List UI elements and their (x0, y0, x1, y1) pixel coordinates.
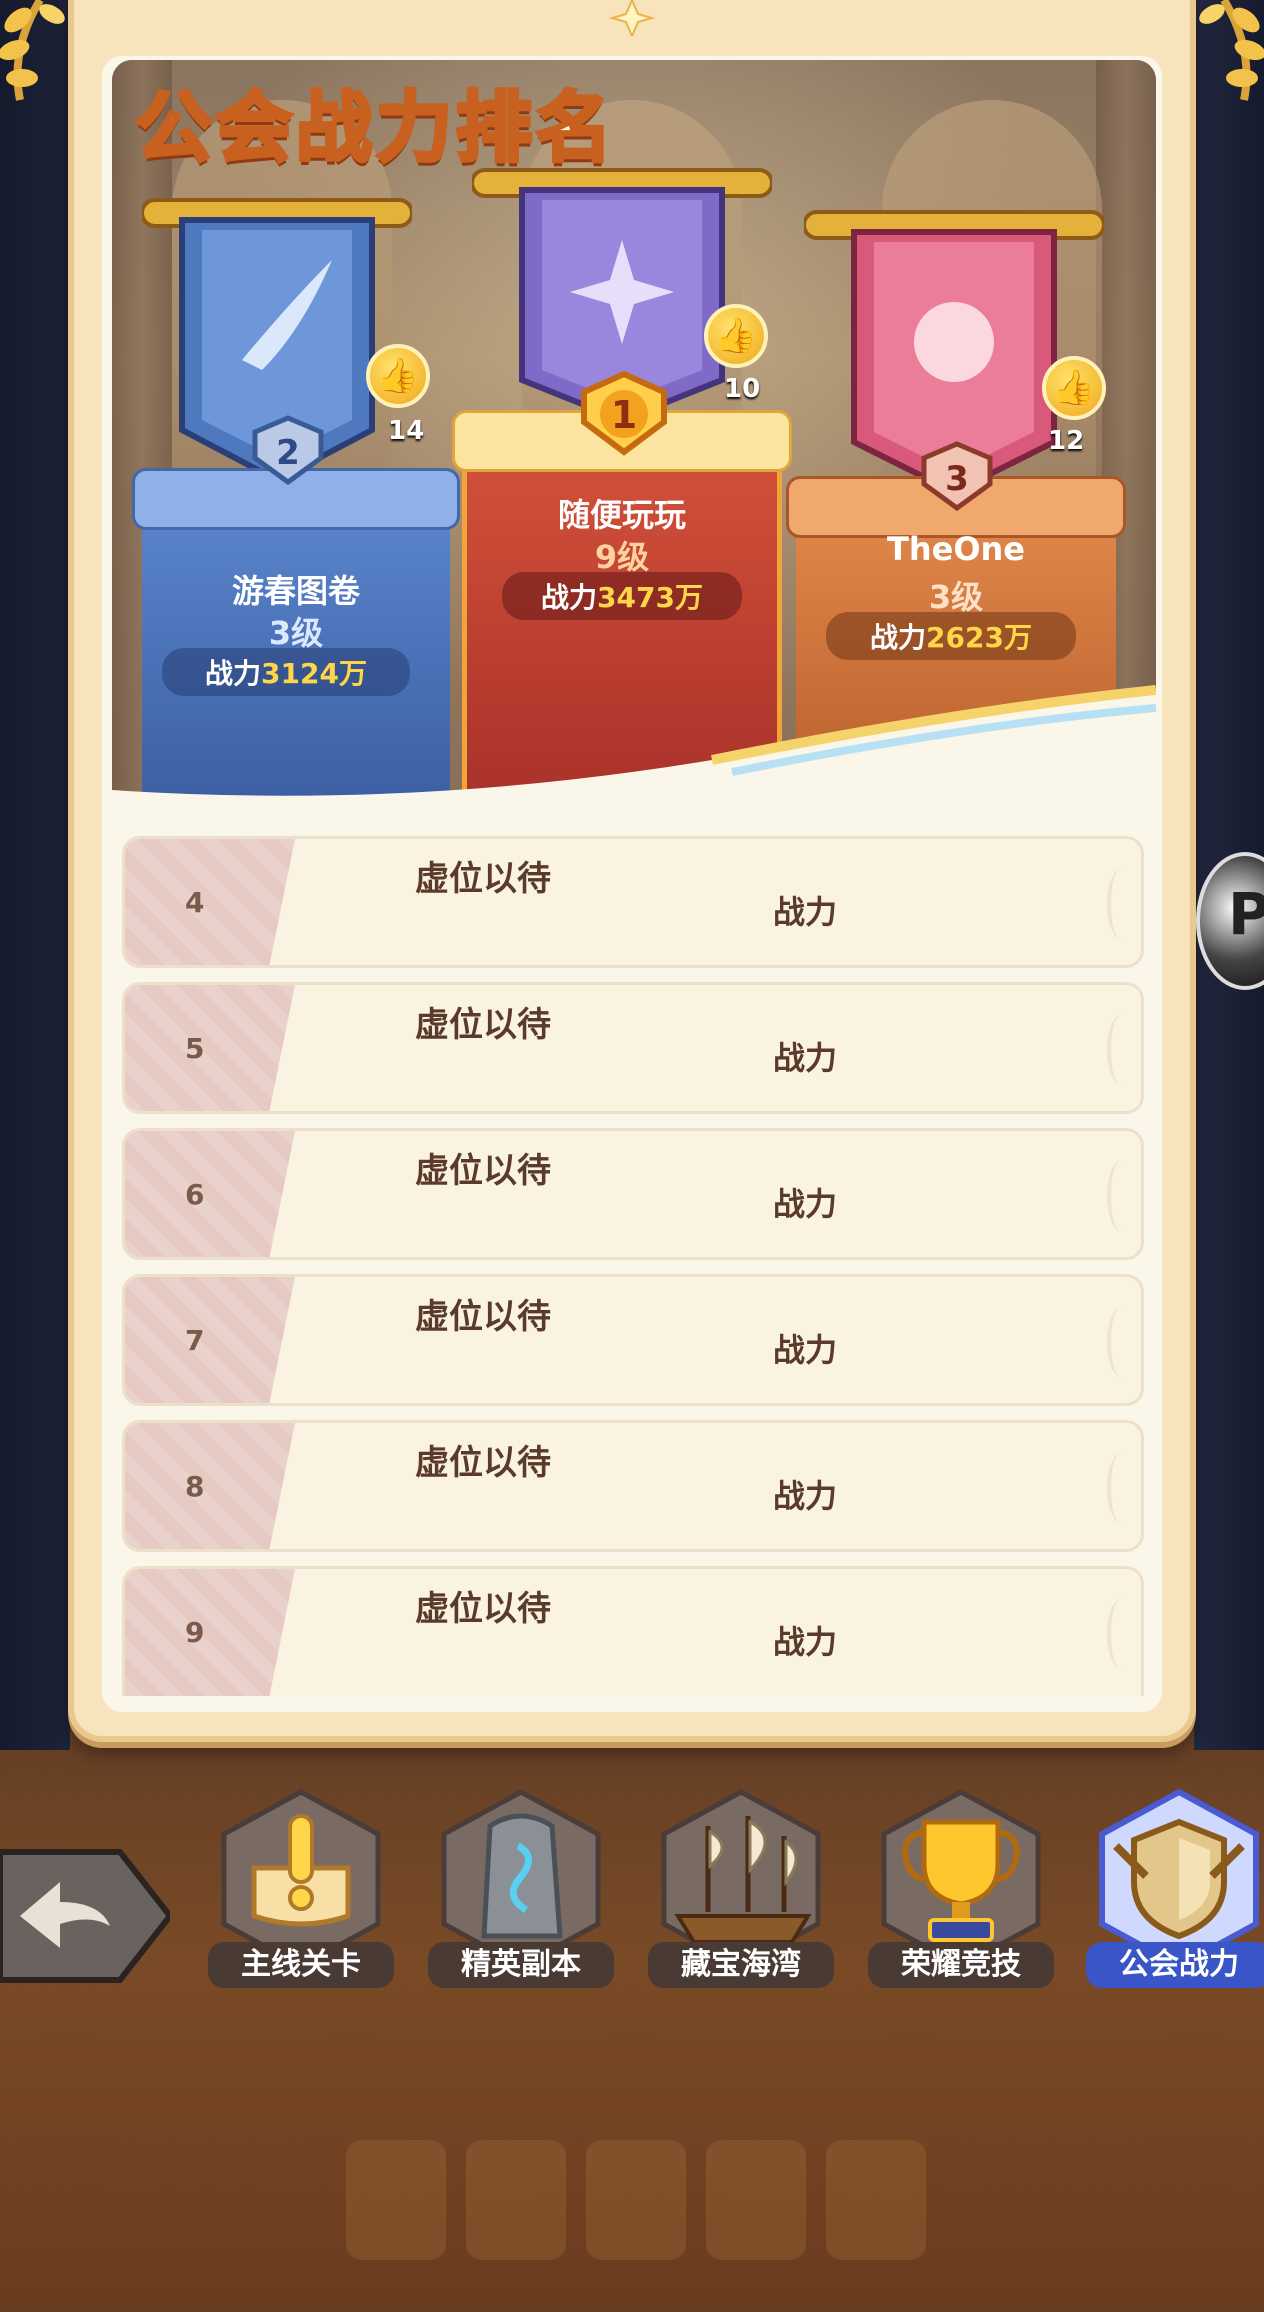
nav-treasure-bay[interactable]: 藏宝海湾 (648, 1786, 834, 1992)
svg-text:1: 1 (611, 393, 637, 437)
rank-tab (125, 1423, 295, 1549)
rank2-badge-icon: 2 (252, 415, 324, 486)
like-button-rank1[interactable]: 👍 (704, 304, 768, 368)
back-button[interactable] (0, 1848, 170, 1984)
nav-label: 主线关卡 (208, 1942, 394, 1988)
rank3-like-count: 12 (1048, 426, 1085, 456)
rank-tab (125, 839, 295, 965)
rainbow-ribbon-decoration (112, 685, 1156, 802)
rank1-badge-icon: 1 (581, 370, 667, 456)
guild-name: 虚位以待 (415, 1297, 551, 1337)
row-ornament (1107, 1453, 1135, 1523)
rank1-name: 随便玩玩 (557, 496, 686, 534)
rank-row-7[interactable]: 7 虚位以待 战力 (122, 1274, 1144, 1406)
power-label: 战力 (773, 1039, 838, 1077)
tray-slot (466, 2140, 566, 2260)
rank3-badge-icon: 3 (921, 441, 993, 512)
rank2-name: 游春图卷 (231, 572, 360, 610)
power-label: 战力 (773, 1331, 838, 1369)
nav-label: 公会战力 (1086, 1942, 1264, 1988)
rank3-power: 战力2623万 (826, 612, 1076, 660)
thumbs-up-icon: 👍 (714, 316, 758, 356)
tray-slot (586, 2140, 686, 2260)
rank3-power-value: 2623万 (926, 621, 1032, 654)
rank1-power-value: 3473万 (597, 581, 703, 614)
guild-name: 虚位以待 (415, 1151, 551, 1191)
rank-number: 5 (185, 1031, 205, 1065)
svg-text:3: 3 (945, 459, 969, 499)
rank1-power: 战力3473万 (502, 572, 742, 620)
rank2-like-count: 14 (388, 416, 425, 446)
guild-name: 虚位以待 (415, 1005, 551, 1045)
rank-row-8[interactable]: 8 虚位以待 战力 (122, 1420, 1144, 1552)
nav-label: 精英副本 (428, 1942, 614, 1988)
rank-number: 4 (185, 885, 205, 919)
guild-name: 虚位以待 (415, 859, 551, 899)
rank3-name: TheOne (887, 530, 1025, 568)
tray-slot (346, 2140, 446, 2260)
thumbs-up-icon: 👍 (1052, 368, 1096, 408)
power-label: 战力 (773, 1185, 838, 1223)
sparkle-gem-icon (608, 0, 656, 36)
guild-name: 虚位以待 (415, 1443, 551, 1483)
rank1-power-label: 战力 (541, 581, 598, 614)
row-ornament (1107, 1015, 1135, 1085)
row-ornament (1107, 1599, 1135, 1669)
podium-scene: 游春图卷 3级 战力3124万 随便玩玩 9级 战力3473万 TheOne 3… (112, 60, 1156, 802)
rank-tab (125, 1131, 295, 1257)
nav-elite-dungeon[interactable]: 精英副本 (428, 1786, 614, 1992)
laurel-left-icon (0, 0, 65, 101)
nav-guild-power[interactable]: 公会战力 (1086, 1786, 1264, 1992)
power-label: 战力 (773, 1623, 838, 1661)
background-left (0, 0, 70, 1750)
nav-glory-arena[interactable]: 荣耀竞技 (868, 1786, 1054, 1992)
like-button-rank2[interactable]: 👍 (366, 344, 430, 408)
rank-row-4[interactable]: 4 虚位以待 战力 (122, 836, 1144, 968)
row-ornament (1107, 1307, 1135, 1377)
rank-row-6[interactable]: 6 虚位以待 战力 (122, 1128, 1144, 1260)
tray-slot (706, 2140, 806, 2260)
power-label: 战力 (773, 1477, 838, 1515)
nav-label: 荣耀竞技 (868, 1942, 1054, 1988)
assistant-p-icon: P (1228, 880, 1264, 948)
page-title: 公会战力排名 (134, 81, 616, 174)
power-label: 战力 (773, 893, 838, 931)
rank3-power-label: 战力 (870, 621, 927, 654)
like-button-rank3[interactable]: 👍 (1042, 356, 1106, 420)
rank-number: 6 (185, 1177, 205, 1211)
nav-label: 藏宝海湾 (648, 1942, 834, 1988)
row-ornament (1107, 869, 1135, 939)
rank-number: 8 (185, 1469, 205, 1503)
rank-row-5[interactable]: 5 虚位以待 战力 (122, 982, 1144, 1114)
rank1-like-count: 10 (724, 374, 761, 404)
background-tray (0, 2020, 1264, 2312)
nav-main-stage[interactable]: 主线关卡 (208, 1786, 394, 1992)
tray-slot (826, 2140, 926, 2260)
rank-number: 9 (185, 1616, 205, 1649)
row-ornament (1107, 1161, 1135, 1231)
rank-row-9[interactable]: 9 虚位以待 战力 (122, 1566, 1144, 1696)
guild-name: 虚位以待 (415, 1589, 551, 1629)
rank-tab (125, 1569, 295, 1696)
rank-tab (125, 1277, 295, 1403)
rank-number: 7 (185, 1323, 205, 1357)
thumbs-up-icon: 👍 (376, 356, 420, 396)
svg-text:2: 2 (276, 433, 300, 473)
rank-tab (125, 985, 295, 1111)
